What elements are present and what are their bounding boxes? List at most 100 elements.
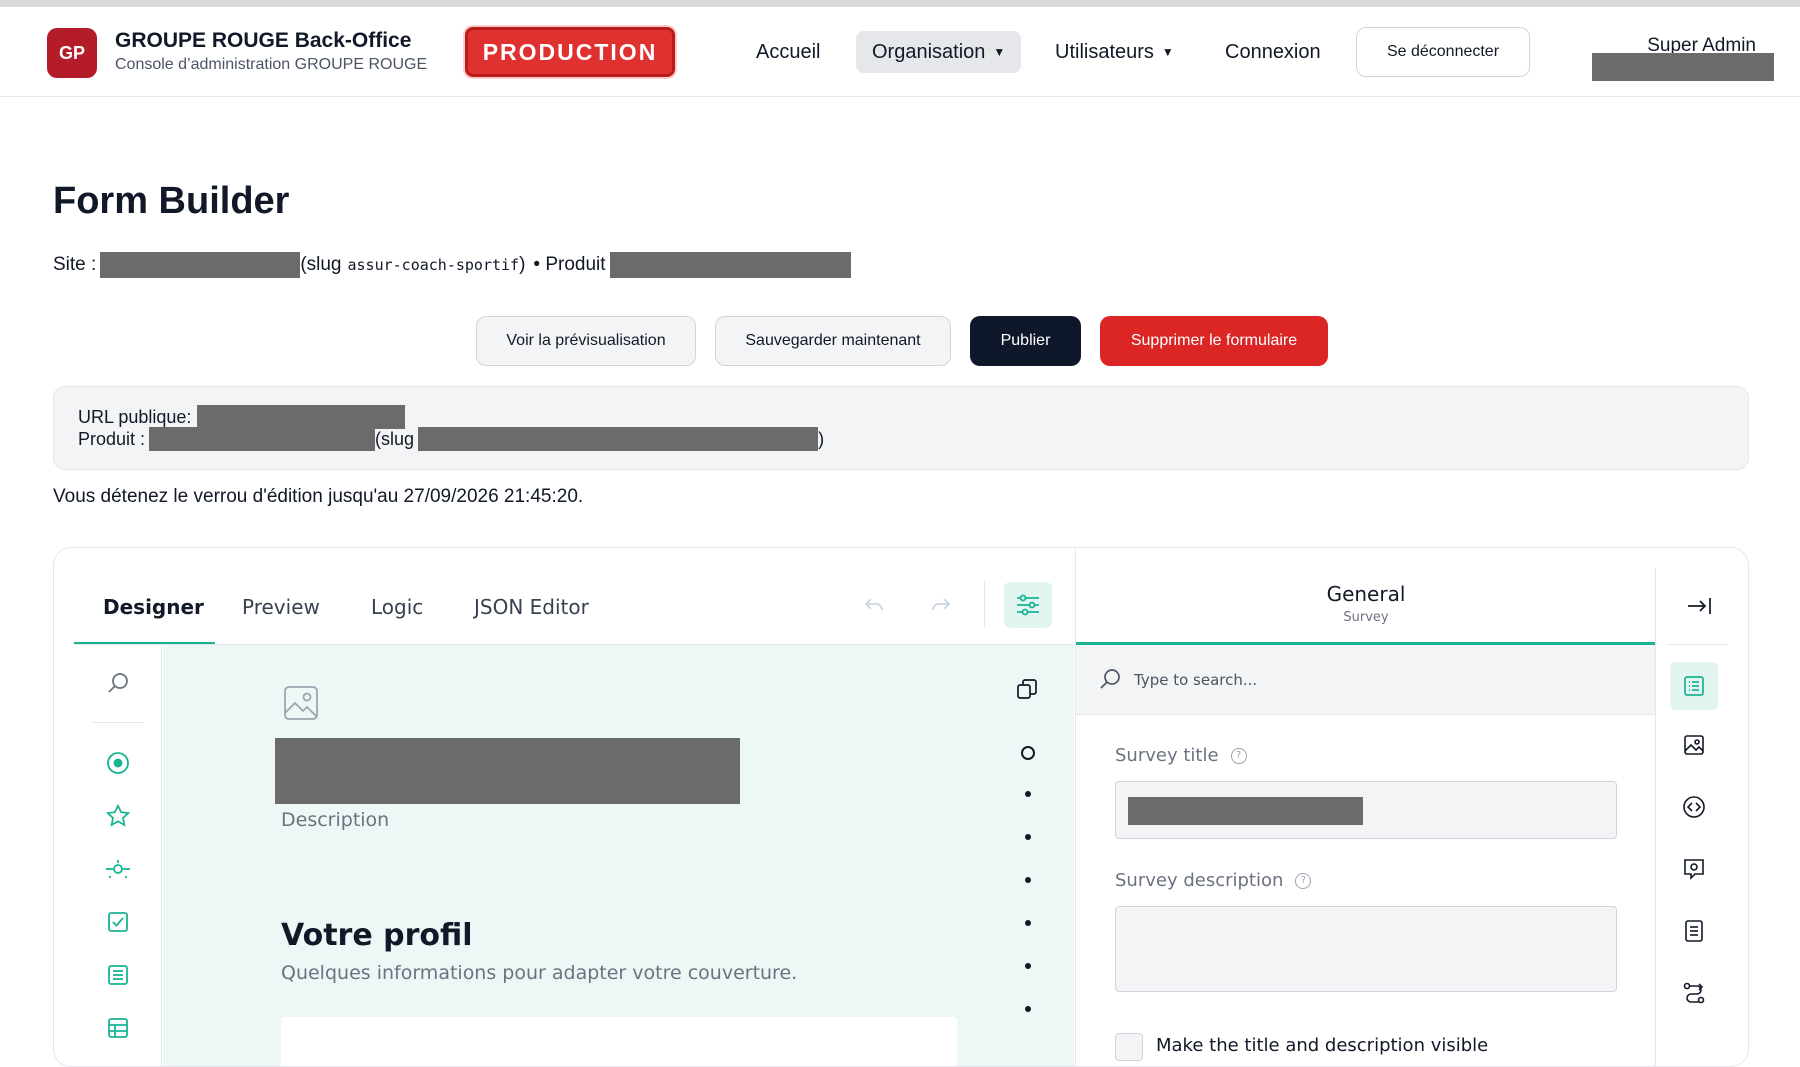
window-top-edge	[0, 0, 1800, 7]
page-nav-dot[interactable]	[1025, 1006, 1031, 1012]
site-slug: assur-coach-sportif	[347, 256, 520, 274]
redacted-survey-title[interactable]	[275, 738, 740, 804]
settings-toggle-icon[interactable]	[1004, 582, 1052, 628]
undo-icon[interactable]	[858, 588, 890, 620]
slider-icon[interactable]	[102, 853, 134, 885]
help-icon[interactable]: ?	[1230, 747, 1247, 764]
nav-organisation-label: Organisation	[872, 40, 986, 63]
survey-title-label: Survey title ?	[1115, 745, 1247, 766]
product-slug-prefix: (slug	[375, 428, 415, 449]
tab-json-editor[interactable]: JSON Editor	[474, 595, 589, 619]
logic-icon[interactable]	[1674, 973, 1714, 1013]
public-url-label: URL publique:	[78, 406, 192, 427]
survey-description-input[interactable]	[1115, 906, 1617, 992]
toolbar-divider	[984, 580, 985, 628]
chevron-down-icon: ▼	[993, 45, 1006, 59]
site-label: Site :	[53, 254, 97, 275]
page-title: Form Builder	[53, 180, 290, 222]
survey-creator: Designer Preview Logic JSON Editor Descr…	[53, 547, 1749, 1067]
navigation-icon[interactable]	[1674, 787, 1714, 827]
survey-description-placeholder[interactable]: Description	[281, 809, 389, 831]
visible-title-checkbox-label[interactable]: Make the title and description visible	[1156, 1035, 1488, 1056]
tab-preview[interactable]: Preview	[242, 595, 320, 619]
top-header: GP GROUPE ROUGE Back-Office Console d’ad…	[0, 7, 1800, 97]
page-heading[interactable]: Votre profil	[281, 918, 473, 953]
slug-prefix: (slug	[300, 254, 342, 275]
redacted-product-name	[149, 427, 376, 451]
search-icon	[1096, 665, 1124, 693]
brand-title: GROUPE ROUGE Back-Office	[115, 29, 412, 52]
redo-icon[interactable]	[925, 588, 957, 620]
help-icon[interactable]: ?	[1295, 872, 1312, 889]
survey-title-label-text: Survey title	[1115, 745, 1219, 766]
product-label: • Produit	[533, 254, 606, 275]
property-grid-sidebar	[1655, 568, 1748, 1066]
site-info-line: Site : (slug assur-coach-sportif ) • Pro…	[53, 252, 851, 278]
redacted-public-url[interactable]	[197, 405, 406, 429]
property-search-input[interactable]: Type to search...	[1134, 671, 1257, 689]
nav-users[interactable]: Utilisateurs ▼	[1055, 31, 1174, 73]
redacted-user-email	[1592, 53, 1774, 81]
brand-logo[interactable]: GP	[47, 28, 97, 78]
page-description[interactable]: Quelques informations pour adapter votre…	[281, 962, 797, 984]
product-slug-suffix: )	[818, 428, 825, 449]
edit-lock-message: Vous détenez le verrou d'édition jusqu'a…	[53, 486, 584, 507]
save-button[interactable]: Sauvegarder maintenant	[715, 316, 951, 366]
general-settings-icon[interactable]	[1670, 662, 1718, 710]
question-settings-icon[interactable]	[1674, 849, 1714, 889]
delete-form-button[interactable]: Supprimer le formulaire	[1100, 316, 1328, 366]
page-nav-dot[interactable]	[1025, 963, 1031, 969]
logo-image-icon[interactable]	[1674, 725, 1714, 765]
checkbox-icon[interactable]	[102, 906, 134, 938]
multiline-icon[interactable]	[102, 959, 134, 991]
page-nav-dot[interactable]	[1025, 834, 1031, 840]
sidebar-border	[1655, 568, 1656, 1066]
redacted-site-name	[100, 252, 301, 278]
publish-button[interactable]: Publier	[970, 316, 1081, 366]
pages-icon[interactable]	[1674, 911, 1714, 951]
nav-home[interactable]: Accueil	[756, 31, 820, 73]
collapse-panel-icon[interactable]	[1679, 586, 1719, 626]
nav-connexion[interactable]: Connexion	[1225, 31, 1321, 73]
sidebar-divider	[1668, 644, 1728, 645]
public-url-line: URL publique:	[78, 405, 406, 429]
property-grid: General Survey Type to search... Survey …	[1075, 548, 1656, 1066]
logo-placeholder-icon[interactable]	[281, 683, 321, 723]
page-nav-dot[interactable]	[1025, 791, 1031, 797]
survey-title-input[interactable]	[1115, 781, 1617, 839]
property-grid-subtitle: Survey	[1343, 610, 1389, 625]
redacted-product-name	[609, 252, 851, 278]
product-line-label: Produit :	[78, 428, 146, 449]
property-search-bar[interactable]: Type to search...	[1076, 645, 1656, 715]
survey-description-label: Survey description ?	[1115, 870, 1312, 891]
logout-button[interactable]: Se déconnecter	[1356, 27, 1530, 77]
table-icon[interactable]	[102, 1012, 134, 1044]
redacted-product-slug	[418, 427, 819, 451]
environment-badge: PRODUCTION	[465, 27, 675, 77]
page-nav-dot[interactable]	[1025, 920, 1031, 926]
copy-icon[interactable]	[1011, 673, 1043, 705]
preview-button[interactable]: Voir la prévisualisation	[476, 316, 696, 366]
public-url-box: URL publique: Produit : (slug )	[53, 386, 1749, 470]
nav-users-label: Utilisateurs	[1055, 40, 1154, 63]
brand-subtitle: Console d’administration GROUPE ROUGE	[115, 56, 428, 73]
question-card[interactable]	[281, 1017, 957, 1066]
star-icon[interactable]	[102, 800, 134, 832]
redacted-survey-title-value	[1128, 797, 1363, 825]
page-nav-current[interactable]	[1021, 746, 1035, 760]
search-icon[interactable]	[102, 667, 134, 699]
visible-title-checkbox[interactable]	[1115, 1033, 1143, 1061]
page-nav-dot[interactable]	[1025, 877, 1031, 883]
chevron-down-icon: ▼	[1161, 45, 1174, 59]
creator-tabs: Designer Preview Logic JSON Editor	[74, 548, 1074, 644]
radio-icon[interactable]	[102, 747, 134, 779]
tab-logic[interactable]: Logic	[371, 595, 423, 619]
survey-description-label-text: Survey description	[1115, 870, 1284, 891]
property-grid-title: General	[1326, 582, 1406, 606]
toolbox-divider	[92, 722, 144, 723]
nav-organisation[interactable]: Organisation ▼	[856, 31, 1022, 73]
design-canvas: Description Votre profil Quelques inform…	[163, 645, 1074, 1066]
toolbox	[74, 645, 162, 1066]
tab-designer[interactable]: Designer	[103, 595, 204, 619]
slug-suffix: )	[519, 254, 526, 275]
